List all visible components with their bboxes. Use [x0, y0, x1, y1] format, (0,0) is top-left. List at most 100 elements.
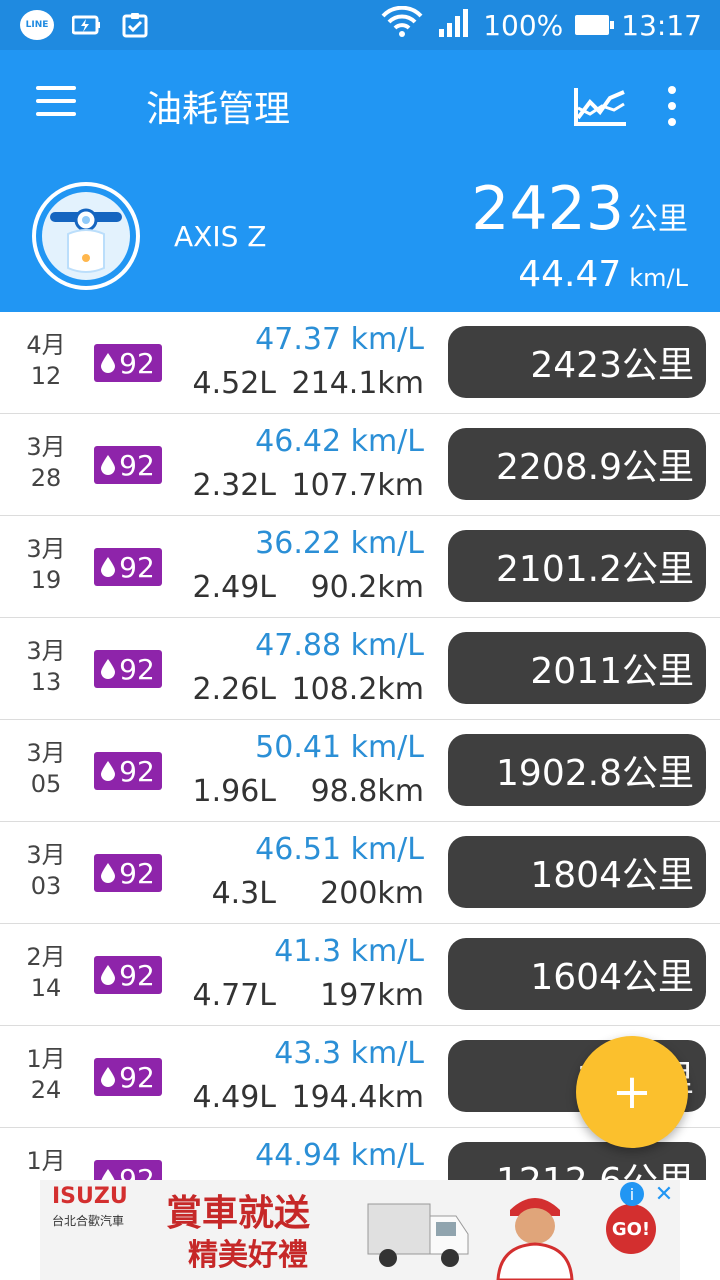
more-options-icon[interactable] — [662, 86, 682, 126]
battery-percent: 100% — [483, 8, 564, 42]
truck-image-icon — [364, 1194, 474, 1274]
fuel-grade-badge: 92 — [94, 446, 162, 484]
list-item[interactable]: 2月 14 92 41.3 km/L 4.77L 197km 1604公里 — [0, 924, 720, 1026]
average-efficiency-value: 44.47 — [518, 254, 622, 295]
record-distance: 107.7km — [291, 468, 424, 503]
odometer-pill: 1804公里 — [448, 836, 706, 908]
total-distance-value: 2423 — [471, 174, 624, 244]
record-efficiency: 47.37 km/L — [255, 322, 424, 357]
fuel-drop-icon — [101, 1067, 116, 1087]
record-volume: 4.52L — [192, 366, 276, 401]
add-record-button[interactable]: + — [576, 1036, 688, 1148]
scooter-avatar-icon[interactable] — [32, 182, 140, 290]
list-item[interactable]: 3月 03 92 46.51 km/L 4.3L 200km 1804公里 — [0, 822, 720, 924]
fuel-drop-icon — [101, 965, 116, 985]
clock: 13:17 — [621, 8, 702, 42]
ad-headline: 賞車就送 — [166, 1193, 311, 1234]
line-app-icon: LINE — [20, 10, 54, 40]
fuel-drop-icon — [101, 557, 116, 577]
record-efficiency: 43.3 km/L — [274, 1036, 424, 1071]
task-check-icon — [120, 10, 150, 40]
odometer-pill: 2101.2公里 — [448, 530, 706, 602]
record-distance: 90.2km — [310, 570, 424, 605]
record-volume: 2.49L — [192, 570, 276, 605]
battery-icon — [575, 15, 615, 35]
record-distance: 200km — [320, 876, 424, 911]
fuel-grade-badge: 92 — [94, 956, 162, 994]
record-volume: 2.32L — [192, 468, 276, 503]
battery-saver-icon — [72, 10, 102, 40]
list-item[interactable]: 4月 12 92 47.37 km/L 4.52L 214.1km 2423公里 — [0, 312, 720, 414]
fuel-grade-badge: 92 — [94, 344, 162, 382]
ad-banner[interactable]: ISUZU 台北合歡汽車 賞車就送 精美好禮 GO! i ✕ — [40, 1180, 680, 1280]
fuel-grade-badge: 92 — [94, 752, 162, 790]
record-distance: 214.1km — [291, 366, 424, 401]
record-distance: 108.2km — [291, 672, 424, 707]
fuel-grade-badge: 92 — [94, 548, 162, 586]
record-volume: 1.96L — [192, 774, 276, 809]
record-date: 1月 24 — [26, 1045, 66, 1104]
average-efficiency: 44.47 km/L — [518, 254, 688, 295]
chart-icon[interactable] — [572, 84, 628, 128]
fuel-grade-badge: 92 — [94, 854, 162, 892]
record-efficiency: 46.51 km/L — [255, 832, 424, 867]
record-volume: 2.26L — [192, 672, 276, 707]
ad-tagline: 精美好禮 — [188, 1238, 308, 1273]
list-item[interactable]: 3月 05 92 50.41 km/L 1.96L 98.8km 1902.8公里 — [0, 720, 720, 822]
list-item[interactable]: 3月 28 92 46.42 km/L 2.32L 107.7km 2208.9公… — [0, 414, 720, 516]
fuel-grade-badge: 92 — [94, 1160, 162, 1180]
odometer-pill: 2208.9公里 — [448, 428, 706, 500]
fuel-drop-icon — [101, 761, 116, 781]
record-distance: 98.8km — [310, 774, 424, 809]
odometer-pill: 1902.8公里 — [448, 734, 706, 806]
ad-close-icon[interactable]: ✕ — [652, 1182, 676, 1207]
fuel-drop-icon — [101, 353, 116, 373]
odometer-pill: 1212.6公里 — [448, 1142, 706, 1180]
fuel-grade-badge: 92 — [94, 1058, 162, 1096]
odometer-pill: 1604公里 — [448, 938, 706, 1010]
record-efficiency: 36.22 km/L — [255, 526, 424, 561]
vehicle-name: AXIS Z — [174, 220, 267, 253]
ad-go-button[interactable]: GO! — [606, 1204, 656, 1254]
record-volume: 4.49L — [192, 1080, 276, 1115]
record-date: 3月 13 — [26, 637, 66, 696]
vehicle-summary: AXIS Z 2423 公里 44.47 km/L — [0, 160, 720, 312]
signal-icon — [437, 7, 471, 44]
fuel-drop-icon — [101, 455, 116, 475]
record-efficiency: 41.3 km/L — [274, 934, 424, 969]
status-bar: LINE 100% 13:17 — [0, 0, 720, 50]
record-efficiency: 46.42 km/L — [255, 424, 424, 459]
record-date: 3月 03 — [26, 841, 66, 900]
person-image-icon — [480, 1180, 590, 1280]
record-distance: 194.4km — [291, 1080, 424, 1115]
app-bar: 油耗管理 — [0, 50, 720, 160]
fuel-drop-icon — [101, 1169, 115, 1180]
average-efficiency-unit: km/L — [629, 264, 688, 292]
record-date: 3月 19 — [26, 535, 66, 594]
record-volume: 4.77L — [192, 978, 276, 1013]
record-distance: 197km — [320, 978, 424, 1013]
total-distance: 2423 公里 — [471, 174, 688, 244]
record-efficiency: 44.94 km/L — [255, 1138, 424, 1173]
menu-icon[interactable] — [36, 86, 76, 122]
list-item[interactable]: 3月 13 92 47.88 km/L 2.26L 108.2km 2011公里 — [0, 618, 720, 720]
total-distance-unit: 公里 — [628, 202, 688, 237]
record-date: 3月 05 — [26, 739, 66, 798]
fuel-drop-icon — [101, 863, 116, 883]
record-date: 1月 — [26, 1147, 66, 1175]
ad-brand-logo: ISUZU — [52, 1184, 128, 1209]
record-efficiency: 50.41 km/L — [255, 730, 424, 765]
record-date: 2月 14 — [26, 943, 66, 1002]
ad-dealer-name: 台北合歡汽車 — [52, 1214, 125, 1228]
record-efficiency: 47.88 km/L — [255, 628, 424, 663]
odometer-pill: 2423公里 — [448, 326, 706, 398]
record-volume: 4.3L — [211, 876, 276, 911]
record-date: 3月 28 — [26, 433, 66, 492]
ad-info-icon[interactable]: i — [620, 1182, 644, 1206]
fuel-grade-badge: 92 — [94, 650, 162, 688]
record-date: 4月 12 — [26, 331, 66, 390]
list-item[interactable]: 3月 19 92 36.22 km/L 2.49L 90.2km 2101.2公里 — [0, 516, 720, 618]
odometer-pill: 2011公里 — [448, 632, 706, 704]
page-title: 油耗管理 — [146, 89, 291, 130]
fuel-drop-icon — [101, 659, 116, 679]
